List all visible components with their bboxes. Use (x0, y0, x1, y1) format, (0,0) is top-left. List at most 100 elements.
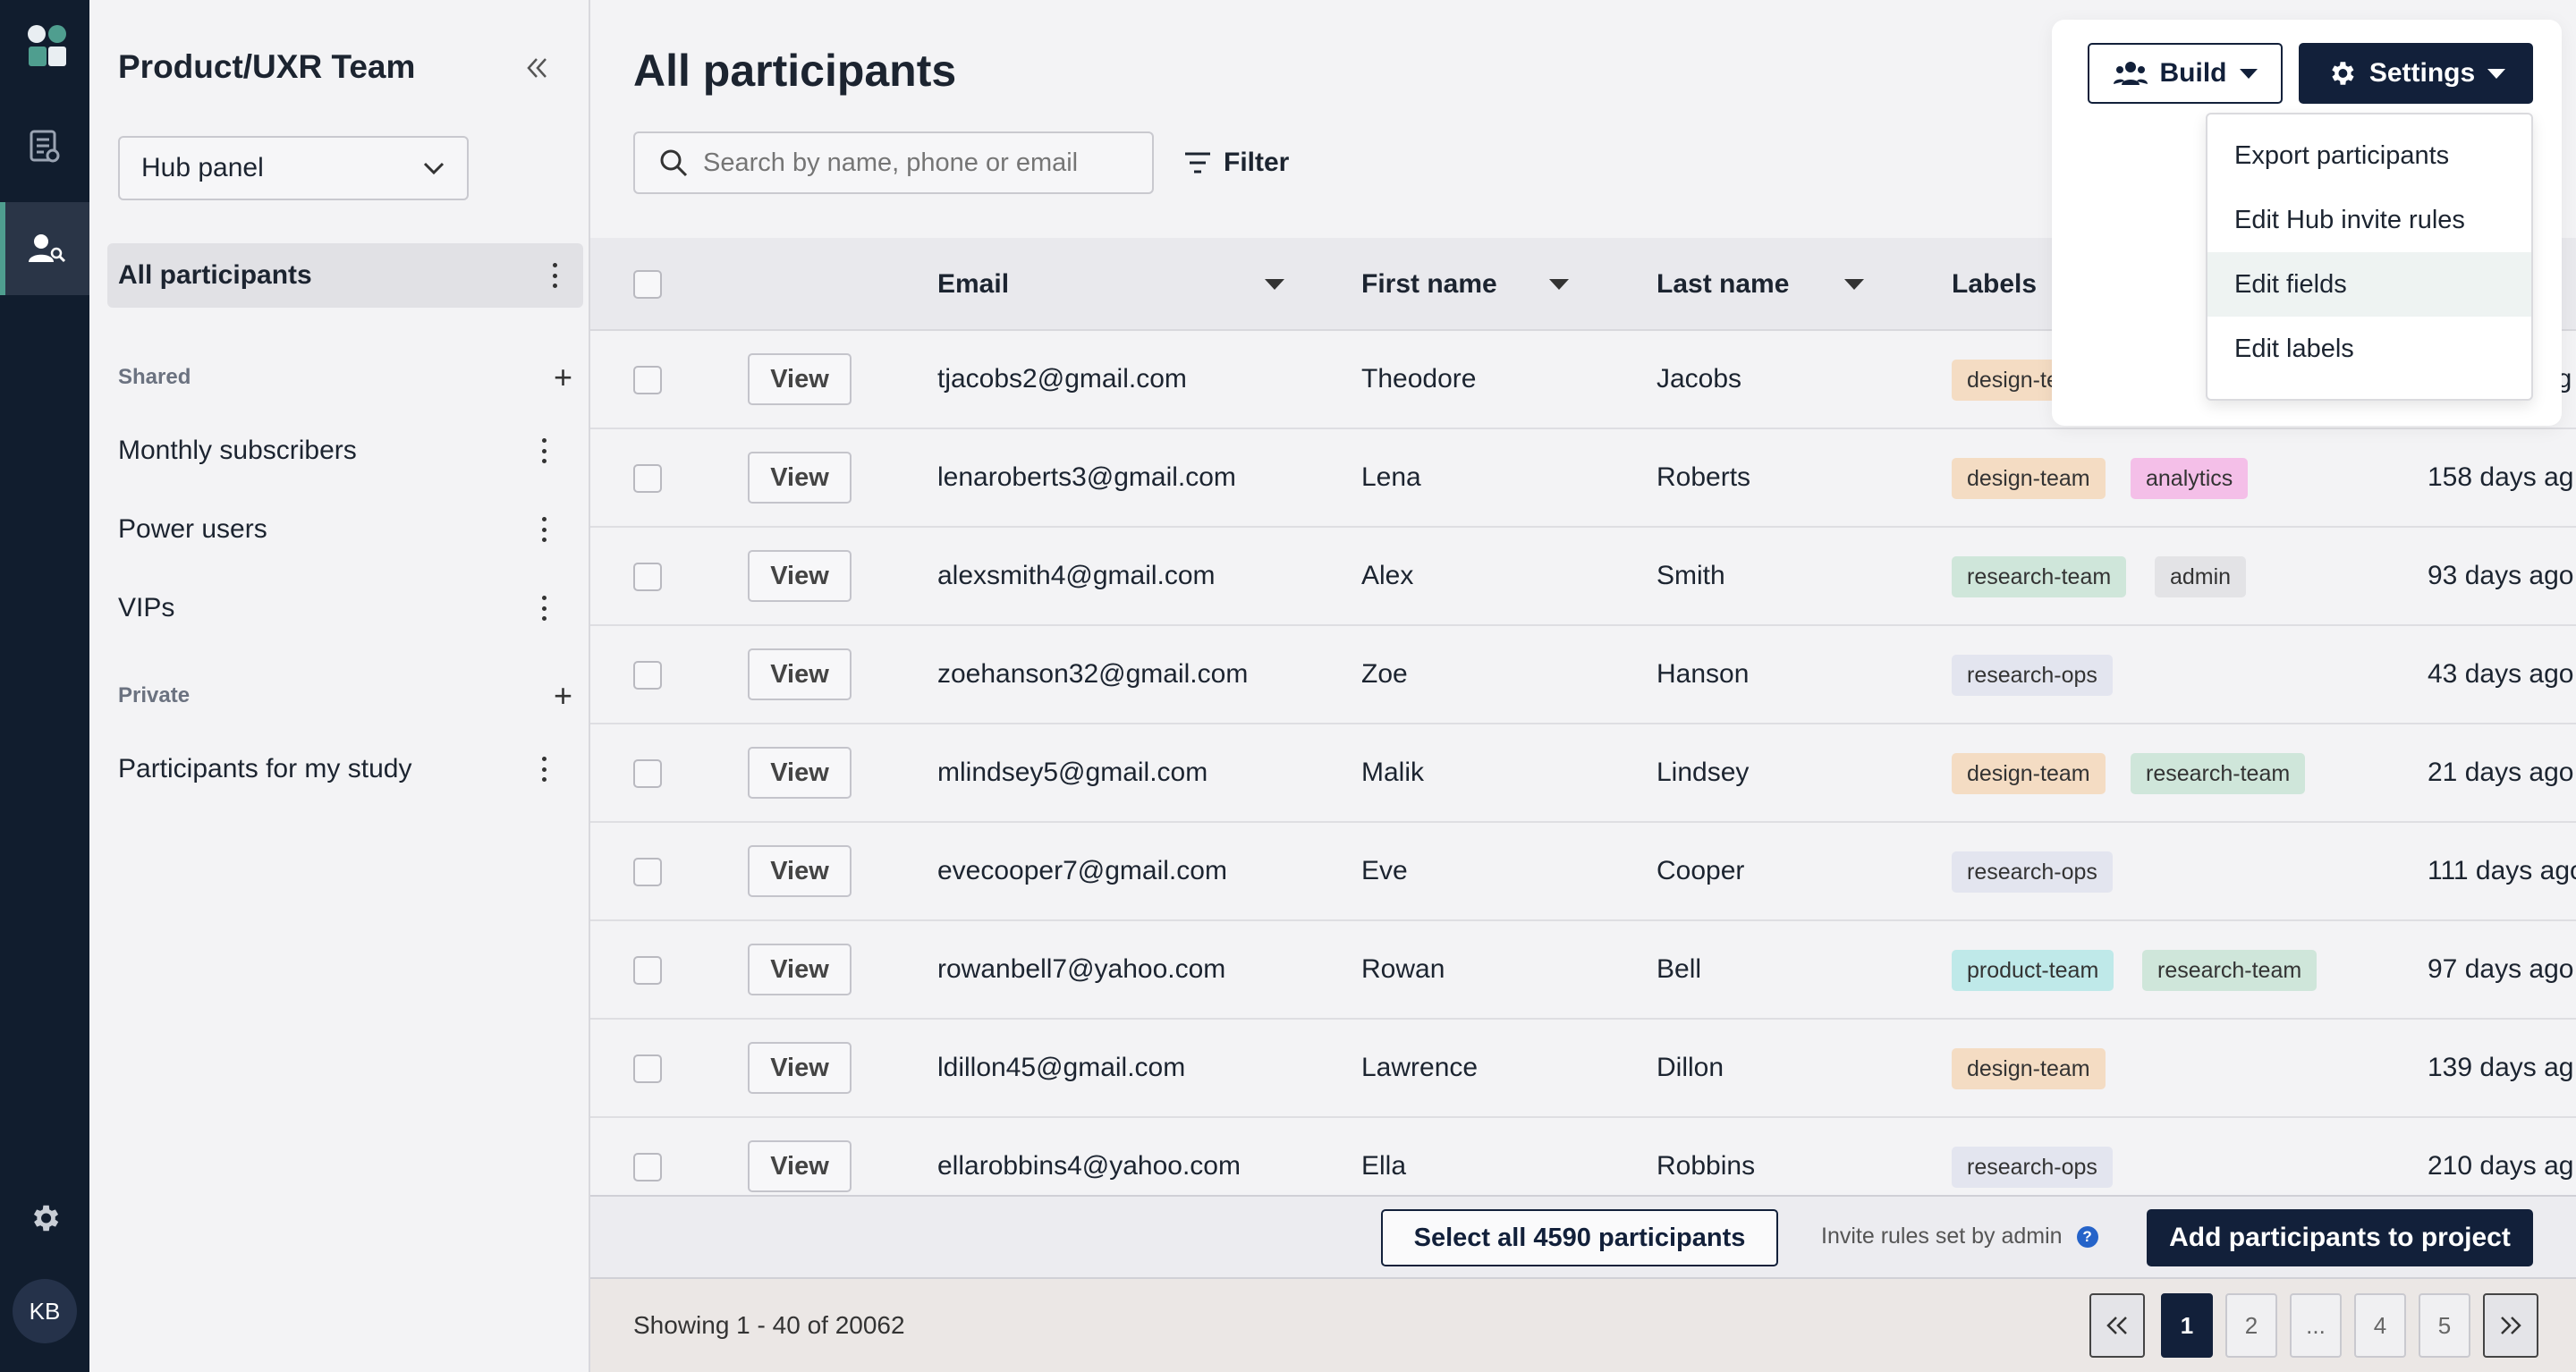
table-row[interactable]: View ldillon45@gmail.com Lawrence Dillon 139… (590, 1020, 2576, 1118)
select-all-participants-button[interactable]: Select all 4590 participants (1381, 1209, 1778, 1266)
label-tag: research-ops (1952, 655, 2113, 696)
view-button[interactable]: View (748, 1042, 852, 1094)
table-row[interactable]: View mlindsey5@gmail.com Malik Lindsey 21 da… (590, 724, 2576, 823)
view-button[interactable]: View (748, 944, 852, 995)
page-button-2[interactable]: 2 (2225, 1293, 2277, 1358)
date-added-cell: 139 days ag (2428, 1053, 2574, 1082)
build-button[interactable]: Build (2088, 43, 2283, 104)
last-page-button[interactable] (2483, 1293, 2538, 1358)
more-options-icon[interactable] (544, 259, 565, 292)
page-button-1[interactable]: 1 (2161, 1293, 2213, 1358)
more-options-icon[interactable] (533, 513, 555, 546)
column-header-first-name[interactable]: First name (1361, 238, 1630, 331)
shared-section-header: Shared + (118, 361, 572, 394)
row-checkbox[interactable] (633, 759, 662, 788)
more-options-icon[interactable] (533, 753, 555, 785)
view-button[interactable]: View (748, 353, 852, 405)
row-checkbox[interactable] (633, 563, 662, 591)
view-button[interactable]: View (748, 747, 852, 799)
first-name-cell: Zoe (1361, 659, 1408, 689)
row-checkbox[interactable] (633, 661, 662, 690)
row-checkbox[interactable] (633, 1054, 662, 1083)
row-checkbox[interactable] (633, 1153, 662, 1181)
table-row[interactable]: View alexsmith4@gmail.com Alex Smith 93 days… (590, 528, 2576, 626)
more-options-icon[interactable] (533, 435, 555, 467)
search-box[interactable] (633, 131, 1154, 194)
menu-item-edit-labels[interactable]: Edit labels (2207, 317, 2531, 381)
first-page-button[interactable] (2089, 1293, 2145, 1358)
sort-caret-icon[interactable] (1265, 279, 1284, 290)
double-chevron-left-icon (527, 58, 547, 78)
page-ellipsis: ... (2290, 1293, 2342, 1358)
app-logo-icon[interactable] (27, 23, 68, 68)
menu-item-edit-hub-invite-rules[interactable]: Edit Hub invite rules (2207, 188, 2531, 252)
last-name-cell: Dillon (1657, 1053, 1724, 1082)
table-row[interactable]: View evecooper7@gmail.com Eve Cooper 111 day… (590, 823, 2576, 921)
rail-settings[interactable] (0, 1172, 89, 1265)
search-input[interactable] (703, 148, 1132, 178)
row-checkbox[interactable] (633, 956, 662, 985)
view-button[interactable]: View (748, 452, 852, 504)
users-icon (2113, 62, 2148, 85)
add-private-list-icon[interactable]: + (554, 680, 572, 712)
first-name-cell: Lena (1361, 462, 1421, 492)
sidebar-item-participants-for-my-study[interactable]: Participants for my study (118, 737, 572, 801)
first-name-cell: Alex (1361, 561, 1414, 590)
row-checkbox[interactable] (633, 464, 662, 493)
help-icon[interactable]: ? (2076, 1225, 2098, 1248)
add-shared-list-icon[interactable]: + (554, 361, 572, 394)
participants-icon (29, 234, 66, 263)
settings-button[interactable]: Settings (2299, 43, 2533, 104)
date-added-cell: 43 days ago (2428, 659, 2574, 689)
last-name-cell: Roberts (1657, 462, 1751, 492)
sort-caret-icon[interactable] (1844, 279, 1864, 290)
pagination-bar: Showing 1 - 40 of 20062 1 2 ... 4 5 (590, 1279, 2576, 1372)
table-row[interactable]: View zoehanson32@gmail.com Zoe Hanson 43 day… (590, 626, 2576, 724)
settings-dropdown-menu: Export participants Edit Hub invite rule… (2206, 113, 2533, 401)
date-added-cell: 158 days ag (2428, 462, 2574, 492)
showing-count: Showing 1 - 40 of 20062 (633, 1311, 905, 1339)
page-button-5[interactable]: 5 (2419, 1293, 2470, 1358)
sidebar-item-monthly-subscribers[interactable]: Monthly subscribers (118, 419, 572, 483)
double-chevron-left-icon (2106, 1317, 2127, 1334)
date-added-cell: 210 days ag (2428, 1151, 2574, 1181)
email-cell: lenaroberts3@gmail.com (937, 462, 1236, 492)
column-header-label: Last name (1657, 269, 1790, 299)
email-cell: mlindsey5@gmail.com (937, 758, 1208, 787)
collapse-sidebar-button[interactable] (519, 50, 555, 86)
column-header-email[interactable]: Email (937, 238, 1295, 331)
view-button[interactable]: View (748, 550, 852, 602)
rail-participants[interactable] (0, 202, 89, 295)
filter-button[interactable]: Filter (1184, 143, 1289, 182)
first-name-cell: Lawrence (1361, 1053, 1479, 1082)
sidebar-item-label: VIPs (118, 593, 175, 622)
sort-caret-icon[interactable] (1549, 279, 1569, 290)
row-checkbox[interactable] (633, 366, 662, 394)
view-button[interactable]: View (748, 648, 852, 700)
rail-studies[interactable] (0, 100, 89, 193)
row-checkbox[interactable] (633, 858, 662, 886)
select-all-checkbox[interactable] (633, 270, 662, 299)
email-cell: ldillon45@gmail.com (937, 1053, 1186, 1082)
add-participants-to-project-button[interactable]: Add participants to project (2147, 1209, 2533, 1266)
filter-label: Filter (1224, 148, 1290, 177)
more-options-icon[interactable] (533, 592, 555, 624)
sidebar-item-all-participants[interactable]: All participants (107, 243, 583, 308)
user-avatar[interactable]: KB (13, 1279, 77, 1343)
date-added-cell: 93 days ago (2428, 561, 2574, 590)
sidebar-item-vips[interactable]: VIPs (118, 576, 572, 640)
menu-item-export-participants[interactable]: Export participants (2207, 123, 2531, 188)
panel-select[interactable]: Hub panel (118, 136, 469, 200)
sidebar-item-label: All participants (118, 260, 312, 290)
email-cell: ellarobbins4@yahoo.com (937, 1151, 1241, 1181)
table-row[interactable]: View rowanbell7@yahoo.com Rowan Bell 97 days… (590, 921, 2576, 1020)
sidebar-item-power-users[interactable]: Power users (118, 497, 572, 562)
menu-item-edit-fields[interactable]: Edit fields (2207, 252, 2531, 317)
label-tag: design-team (1952, 458, 2106, 499)
column-header-last-name[interactable]: Last name (1657, 238, 1925, 331)
view-button[interactable]: View (748, 1140, 852, 1192)
page-button-4[interactable]: 4 (2354, 1293, 2406, 1358)
filter-icon (1185, 152, 1210, 174)
table-row[interactable]: View lenaroberts3@gmail.com Lena Roberts 158… (590, 429, 2576, 528)
view-button[interactable]: View (748, 845, 852, 897)
